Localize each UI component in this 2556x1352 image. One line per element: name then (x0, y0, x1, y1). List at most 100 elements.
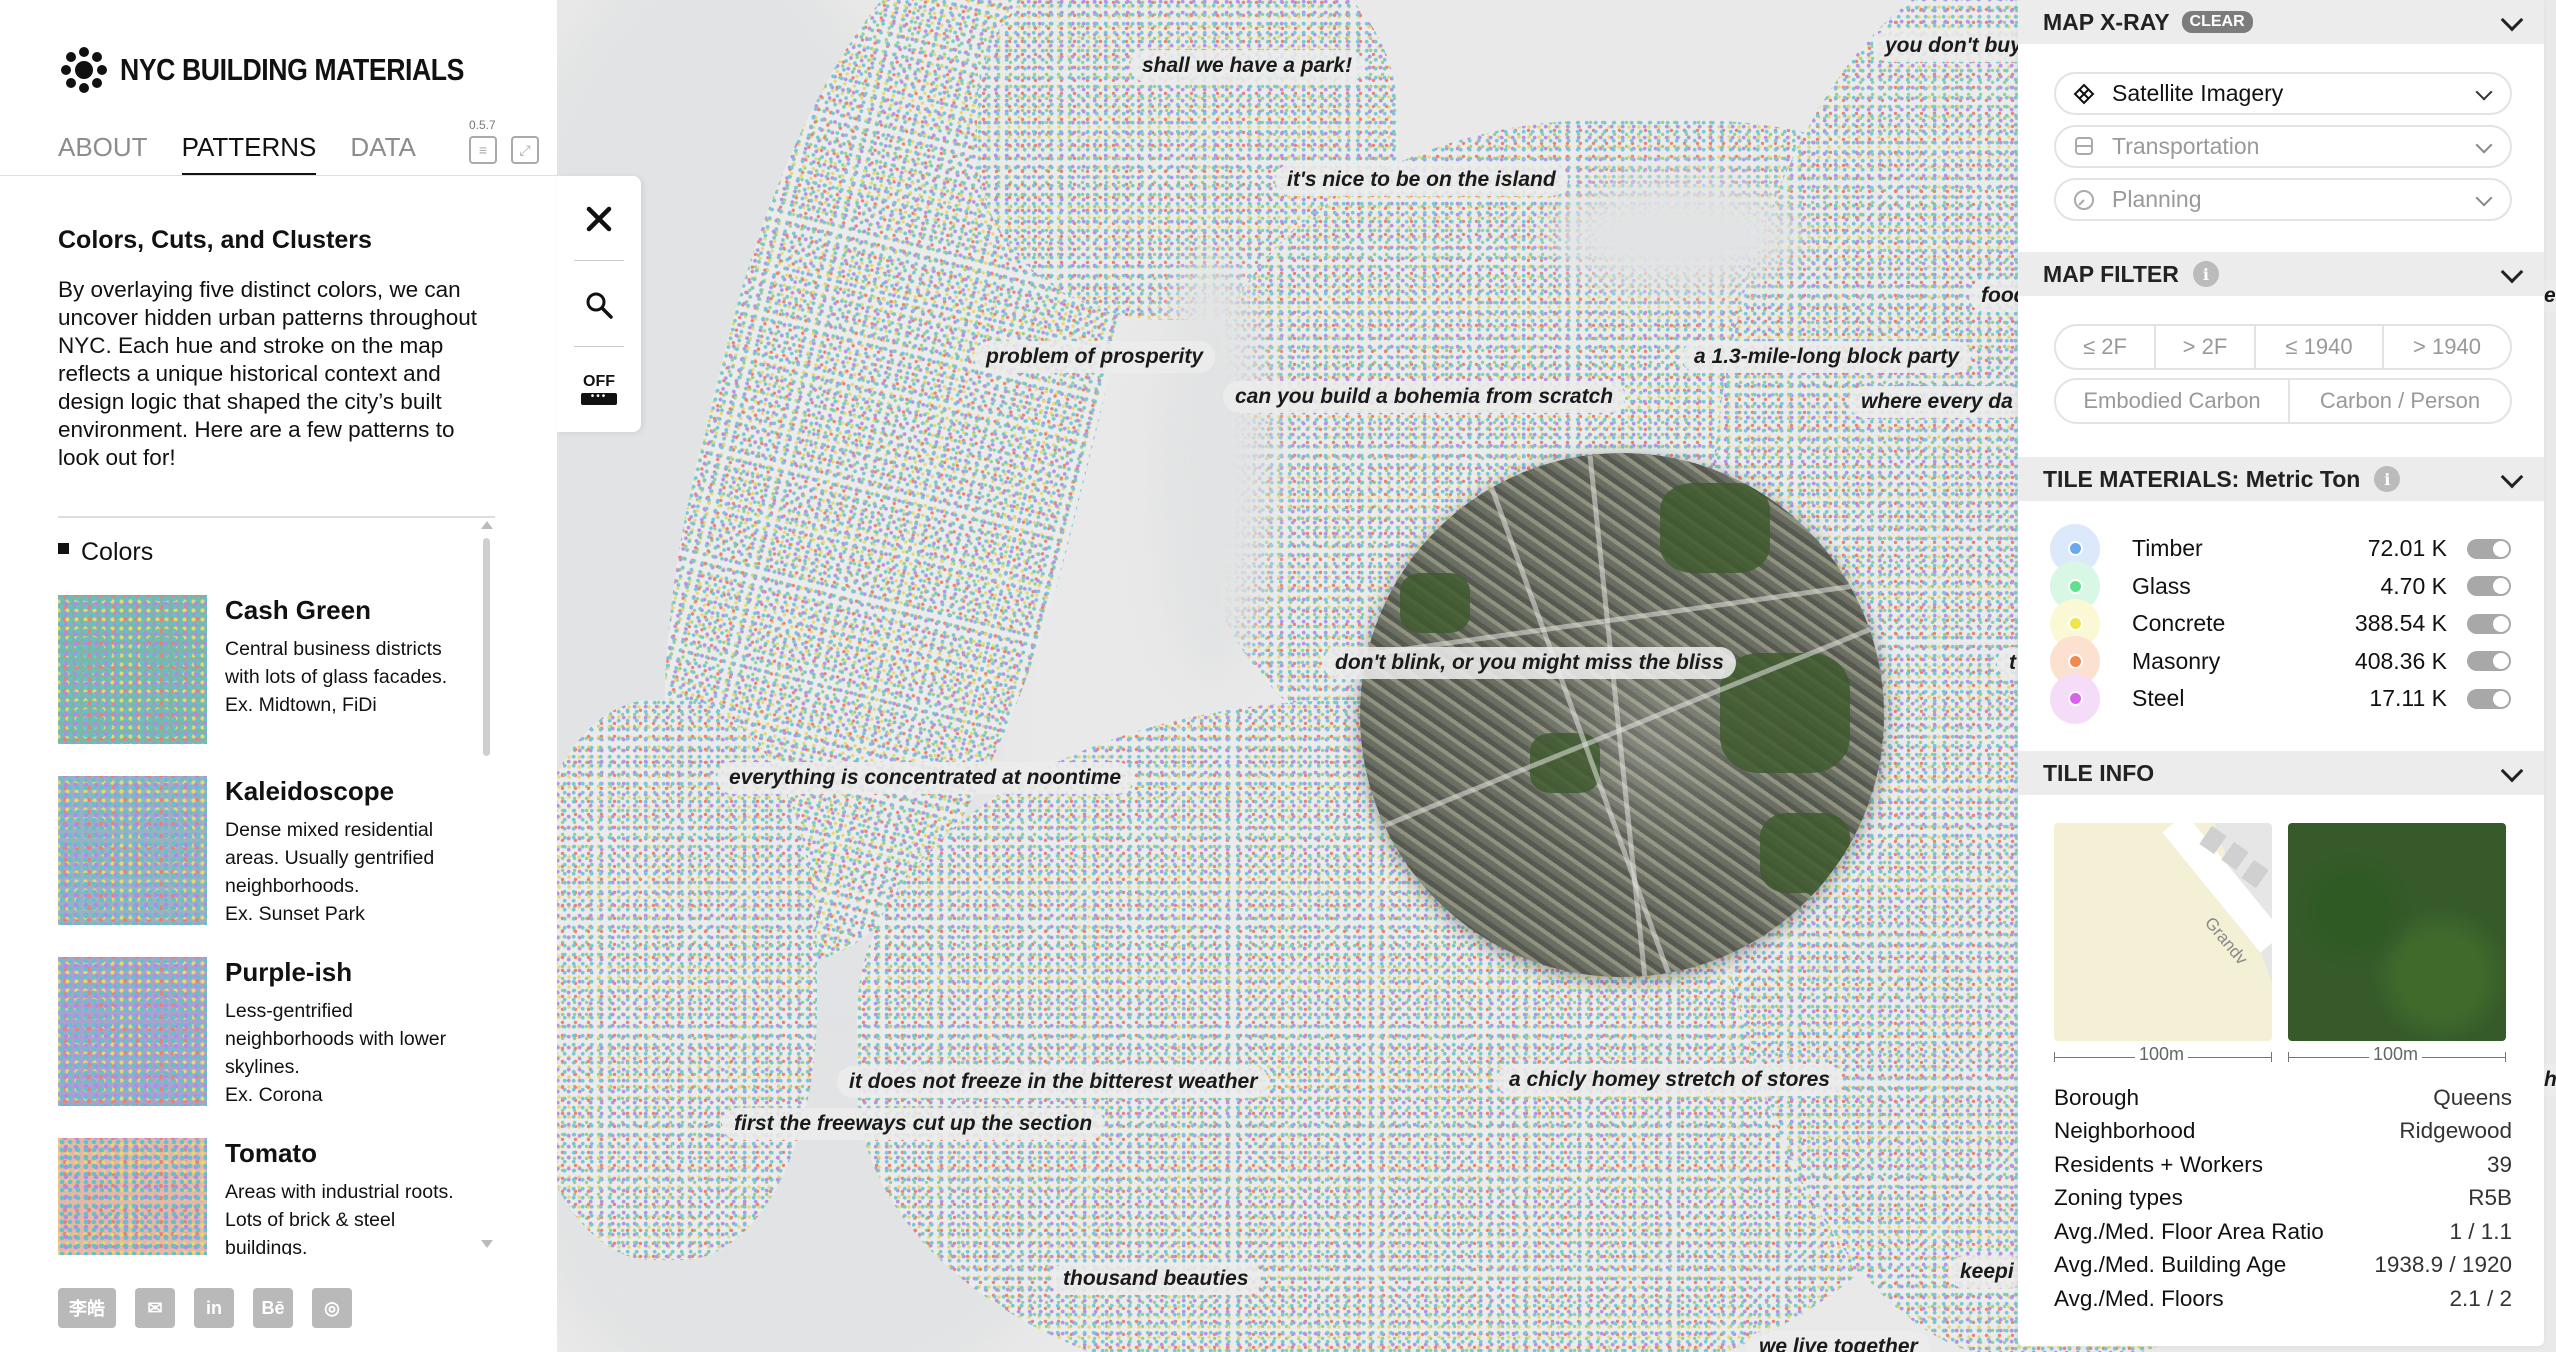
logo-icon (61, 47, 107, 93)
pattern-name: Purple-ish (225, 957, 353, 987)
map-quote-label: problem of prosperity (974, 341, 1216, 373)
scroll-up-icon[interactable] (481, 521, 493, 529)
scroll-down-icon[interactable] (481, 1240, 493, 1248)
map-toolbar: OFF ••• (557, 176, 641, 432)
filter-le-1940[interactable]: ≤ 1940 (2256, 326, 2384, 368)
pattern-name: Tomato (225, 1138, 317, 1168)
xray-layer-label: Transportation (2112, 133, 2260, 159)
app-logo[interactable]: NYC BUILDING MATERIALS (56, 42, 520, 98)
xray-layer-transportation[interactable]: Transportation (2054, 125, 2512, 168)
search-button[interactable] (574, 280, 624, 330)
pattern-swatch (58, 595, 207, 744)
material-toggle[interactable] (2467, 538, 2511, 559)
filter-le-2f[interactable]: ≤ 2F (2056, 326, 2156, 368)
pattern-item-tomato[interactable]: Tomato Areas with industrial roots. Lots… (58, 1138, 478, 1255)
map-quote-label: a 1.3-mile-long block party (1682, 341, 1971, 373)
filter-section-header[interactable]: MAP FILTER i (2018, 252, 2544, 296)
filter-embodied-carbon[interactable]: Embodied Carbon (2056, 380, 2290, 422)
xray-section-header[interactable]: MAP X-RAY CLEAR (2018, 0, 2544, 44)
info-value: 1 / 1.1 (2449, 1219, 2512, 1244)
toolbar-divider (574, 260, 624, 261)
map-quote-label: keepi (1948, 1256, 2026, 1288)
material-value: 408.36 K (2354, 647, 2447, 674)
filter-title: MAP FILTER (2043, 260, 2179, 287)
material-color-icon (2050, 673, 2100, 724)
scale-label: 100m (2135, 1044, 2189, 1065)
xray-satellite-lens[interactable] (1360, 453, 1884, 977)
map-quote-label: you don't buy (1873, 30, 2034, 62)
close-button[interactable] (574, 194, 624, 244)
left-panel: NYC BUILDING MATERIALS ABOUT PATTERNS DA… (0, 0, 557, 1352)
filter-gt-1940[interactable]: > 1940 (2384, 326, 2510, 368)
info-value: 2.1 / 2 (2449, 1286, 2512, 1311)
material-name: Masonry (2132, 647, 2221, 674)
map-quote-label: shall we have a park! (1130, 50, 1365, 82)
material-toggle[interactable] (2467, 651, 2511, 671)
chevron-down-icon[interactable] (2500, 260, 2524, 284)
map-quote-label: it does not freeze in the bitterest weat… (837, 1066, 1270, 1098)
chevron-down-icon[interactable] (2500, 759, 2524, 783)
xray-layer-label: Planning (2112, 186, 2202, 212)
chevron-down-icon[interactable] (2500, 465, 2524, 489)
info-label: Avg./Med. Building Age (2054, 1252, 2287, 1277)
xray-layer-planning[interactable]: Planning (2054, 178, 2512, 221)
pattern-name: Cash Green (225, 595, 371, 625)
info-icon[interactable]: i (2192, 261, 2219, 287)
map-quote-label: can you build a bohemia from scratch (1223, 381, 1626, 413)
tab-patterns[interactable]: PATTERNS (181, 132, 317, 176)
tab-about[interactable]: ABOUT (58, 132, 148, 176)
section-divider (58, 516, 495, 518)
map-quote-label: a chicly homey stretch of stores (1497, 1064, 1842, 1096)
filter-gt-2f[interactable]: > 2F (2156, 326, 2256, 368)
pattern-desc-text: Areas with industrial roots. Lots of bri… (225, 1181, 454, 1255)
mail-icon[interactable]: ✉ (135, 1288, 175, 1328)
clear-button[interactable]: CLEAR (2181, 11, 2253, 33)
material-row-glass: Glass 4.70 K (2050, 561, 2530, 611)
expand-icon[interactable]: ⤢ (511, 136, 539, 164)
material-toggle[interactable] (2467, 576, 2511, 596)
info-value: Ridgewood (2399, 1118, 2512, 1143)
instagram-icon[interactable]: ◎ (312, 1288, 352, 1328)
right-panel: MAP X-RAY CLEAR Satellite Imagery Transp… (2018, 0, 2544, 1346)
materials-section-header[interactable]: TILE MATERIALS: Metric Ton i (2018, 457, 2544, 501)
tile-info-title: TILE INFO (2043, 759, 2155, 786)
behance-icon[interactable]: Bē (253, 1288, 293, 1328)
tile-satellite-image (2288, 823, 2506, 1041)
colors-section-heading: Colors (58, 538, 153, 567)
tile-info-row: Avg./Med. Floor Area Ratio 1 / 1.1 (2054, 1219, 2512, 1245)
scrollbar-thumb[interactable] (483, 538, 490, 756)
xray-layer-satellite[interactable]: Satellite Imagery (2054, 72, 2512, 115)
map-quote-label: we live together (1747, 1331, 1930, 1352)
chevron-down-icon[interactable] (2500, 8, 2524, 32)
filter-carbon-per-person[interactable]: Carbon / Person (2290, 380, 2510, 422)
labels-toggle-button[interactable]: OFF ••• (574, 364, 624, 414)
cjk-name-icon[interactable]: 李皓 (58, 1288, 116, 1328)
info-value: R5B (2468, 1185, 2512, 1210)
pattern-description: Central business districts with lots of … (225, 635, 470, 719)
material-toggle[interactable] (2467, 613, 2511, 634)
pattern-swatch (58, 776, 207, 925)
material-value: 388.54 K (2354, 610, 2447, 636)
pattern-description: Dense mixed residential areas. Usually g… (225, 816, 470, 928)
chevron-down-icon (2475, 83, 2493, 101)
info-icon[interactable]: i (2374, 466, 2401, 492)
pattern-item-kaleidoscope[interactable]: Kaleidoscope Dense mixed residential are… (58, 776, 478, 957)
chevron-down-icon (2475, 136, 2493, 154)
material-name: Steel (2132, 685, 2185, 711)
pattern-item-purple-ish[interactable]: Purple-ish Less-gentrified neighborhoods… (58, 957, 478, 1138)
floor-year-filter: ≤ 2F > 2F ≤ 1940 > 1940 (2054, 324, 2512, 370)
pattern-item-cash-green[interactable]: Cash Green Central business districts wi… (58, 595, 478, 776)
bus-icon (2072, 135, 2096, 159)
material-toggle[interactable] (2467, 688, 2511, 709)
pattern-swatch (58, 1138, 207, 1255)
info-label: Avg./Med. Floors (2054, 1286, 2224, 1311)
colors-section-label: Colors (81, 538, 154, 566)
carbon-filter: Embodied Carbon Carbon / Person (2054, 378, 2512, 424)
document-icon[interactable]: ≡ (469, 136, 497, 164)
tile-info-section-header[interactable]: TILE INFO (2018, 751, 2544, 795)
chevron-down-icon (2475, 189, 2493, 207)
linkedin-icon[interactable]: in (194, 1288, 234, 1328)
toolbar-divider (574, 346, 624, 347)
map-quote-label: don't blink, or you might miss the bliss (1323, 647, 1736, 679)
tab-data[interactable]: DATA (350, 132, 415, 176)
